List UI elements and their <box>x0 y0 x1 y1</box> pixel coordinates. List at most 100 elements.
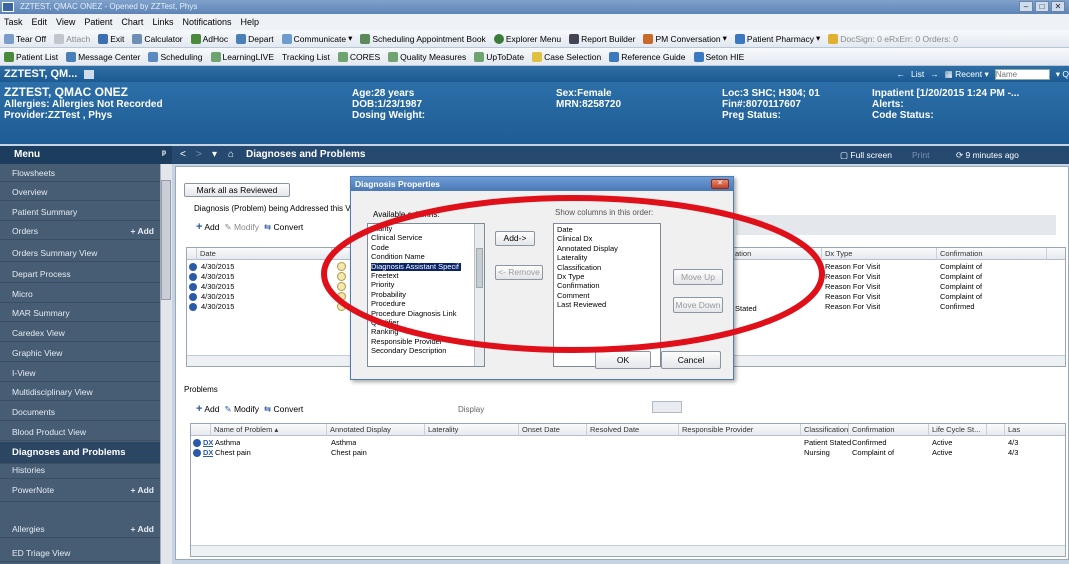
forward-nav-icon[interactable]: > <box>196 146 202 164</box>
full-screen-button[interactable]: ▢ Full screen <box>840 146 892 164</box>
dx-badge-icon[interactable]: DX <box>203 448 213 457</box>
sidebar-item-allergies[interactable]: Allergies + Add <box>0 520 160 538</box>
sidebar-item-i-view[interactable]: I-View <box>0 364 160 382</box>
row-info-icon[interactable] <box>189 293 197 301</box>
minimize-icon[interactable]: – <box>1019 1 1033 12</box>
add-diagnosis-button[interactable]: + Add <box>196 221 219 233</box>
col-classification[interactable]: Classification <box>801 424 849 436</box>
sidebar-item-caredex-view[interactable]: Caredex View <box>0 324 160 342</box>
add-orders-button[interactable]: + Add <box>130 222 154 240</box>
col-resolved-date[interactable]: Resolved Date <box>587 424 679 436</box>
home-icon[interactable]: ⌂ <box>228 146 234 164</box>
dx-badge-icon[interactable]: DX <box>203 438 213 447</box>
reference-guide-link[interactable]: Reference Guide <box>609 51 686 62</box>
col-name-of-problem[interactable]: Name of Problem ▴ <box>211 424 327 436</box>
scheduling-link[interactable]: Scheduling <box>148 51 203 62</box>
sidebar-item-orders[interactable]: Orders + Add <box>0 222 160 240</box>
row-info-icon[interactable] <box>193 449 201 457</box>
convert-problem-button[interactable]: ⇆ Convert <box>264 404 303 415</box>
modify-problem-button[interactable]: ✎ Modify <box>224 404 259 415</box>
patient-close-icon[interactable] <box>84 69 95 79</box>
pm-conversation-button[interactable]: PM Conversation ▾ <box>643 33 727 44</box>
explorer-menu-button[interactable]: Explorer Menu <box>493 33 561 44</box>
calculator-button[interactable]: Calculator <box>132 33 183 44</box>
communicate-button[interactable]: Communicate ▾ <box>281 33 352 44</box>
nav-dropdown-icon[interactable]: ▾ <box>212 146 217 164</box>
cores-link[interactable]: CORES <box>337 51 380 62</box>
menu-links[interactable]: Links <box>152 17 173 27</box>
menu-task[interactable]: Task <box>4 17 23 27</box>
menu-patient[interactable]: Patient <box>84 17 112 27</box>
col-settings-icon[interactable] <box>987 424 1005 436</box>
uptodate-link[interactable]: UpToDate <box>474 51 524 62</box>
menu-view[interactable]: View <box>56 17 75 27</box>
col-responsible-provider[interactable]: Responsible Provider <box>679 424 801 436</box>
menu-chart[interactable]: Chart <box>121 17 143 27</box>
patient-list-link[interactable]: Patient List <box>4 51 58 62</box>
report-builder-button[interactable]: Report Builder <box>569 33 635 44</box>
col-date[interactable]: Date <box>197 248 332 260</box>
refresh-button[interactable]: ⟳ 9 minutes ago <box>956 146 1019 164</box>
sidebar-item-micro[interactable]: Micro <box>0 285 160 303</box>
back-arrow-icon[interactable]: ← <box>897 66 906 82</box>
tear-off-button[interactable]: Tear Off <box>4 33 46 44</box>
quality-measures-link[interactable]: Quality Measures <box>388 51 466 62</box>
col-last[interactable]: Las <box>1005 424 1065 436</box>
menu-scrollbar-thumb[interactable] <box>161 180 171 300</box>
close-icon[interactable]: ✕ <box>1051 1 1065 12</box>
col-confirmation[interactable]: Confirmation <box>937 248 1047 260</box>
list-button[interactable]: List <box>911 66 924 82</box>
attach-button[interactable]: Attach <box>54 33 90 44</box>
forward-arrow-icon[interactable]: → <box>930 66 939 82</box>
sidebar-item-multidisciplinary-view[interactable]: Multidisciplinary View <box>0 383 160 401</box>
maximize-icon[interactable]: □ <box>1035 1 1049 12</box>
col-settings-icon[interactable] <box>1047 248 1065 260</box>
row-info-icon[interactable] <box>193 439 201 447</box>
sidebar-item-ed-triage-view[interactable]: ED Triage View <box>0 544 160 562</box>
notification-counts[interactable]: DocSign: 0 eRxErr: 0 Orders: 0 <box>828 33 958 44</box>
row-info-icon[interactable] <box>189 283 197 291</box>
scheduling-appointment-book-button[interactable]: Scheduling Appointment Book <box>360 33 486 44</box>
dialog-close-icon[interactable]: ✕ <box>711 179 729 189</box>
exit-button[interactable]: Exit <box>98 33 124 44</box>
row-info-icon[interactable] <box>189 273 197 281</box>
pin-icon[interactable]: ᵖ <box>162 146 166 164</box>
sidebar-item-flowsheets[interactable]: Flowsheets <box>0 164 160 182</box>
allergies-text[interactable]: Allergies: Allergies Not Recorded <box>4 99 163 110</box>
case-selection-link[interactable]: Case Selection <box>532 51 601 62</box>
row-info-icon[interactable] <box>189 263 197 271</box>
tracking-list-link[interactable]: Tracking List <box>282 52 330 62</box>
patient-search-input[interactable] <box>994 68 1050 80</box>
sidebar-item-patient-summary[interactable]: Patient Summary <box>0 203 160 221</box>
menu-help[interactable]: Help <box>240 17 259 27</box>
print-button[interactable]: Print <box>912 146 929 164</box>
learninglive-link[interactable]: LearningLIVE <box>210 51 274 62</box>
sidebar-item-documents[interactable]: Documents <box>0 403 160 421</box>
message-center-link[interactable]: Message Center <box>66 51 140 62</box>
back-nav-icon[interactable]: < <box>180 146 186 164</box>
add-powernote-button[interactable]: + Add <box>130 478 154 502</box>
add-allergies-button[interactable]: + Add <box>130 520 154 538</box>
sidebar-item-histories[interactable]: Histories <box>0 461 160 479</box>
sidebar-item-mar-summary[interactable]: MAR Summary <box>0 304 160 322</box>
adhoc-button[interactable]: AdHoc <box>190 33 228 44</box>
sidebar-item-powernote[interactable]: PowerNote + Add <box>0 478 160 502</box>
problems-hscrollbar[interactable] <box>191 545 1065 556</box>
row-info-icon[interactable] <box>189 303 197 311</box>
mark-all-reviewed-button[interactable]: Mark all as Reviewed <box>184 183 290 197</box>
sidebar-item-blood-product-view[interactable]: Blood Product View <box>0 423 160 441</box>
col-laterality[interactable]: Laterality <box>425 424 519 436</box>
add-problem-button[interactable]: + Add <box>196 403 219 415</box>
sidebar-item-overview[interactable]: Overview <box>0 183 160 201</box>
search-icon[interactable]: ▾ Q <box>1056 66 1069 82</box>
modify-diagnosis-button[interactable]: ✎ Modify <box>224 222 259 233</box>
menu-edit[interactable]: Edit <box>32 17 48 27</box>
col-life-cycle[interactable]: Life Cycle St... <box>929 424 987 436</box>
sidebar-item-depart-process[interactable]: Depart Process <box>0 265 160 283</box>
seton-hie-link[interactable]: Seton HIE <box>693 51 744 62</box>
depart-button[interactable]: Depart <box>236 33 274 44</box>
sidebar-item-graphic-view[interactable]: Graphic View <box>0 344 160 362</box>
col-confirmation[interactable]: Confirmation <box>849 424 929 436</box>
col-dx-type[interactable]: Dx Type <box>822 248 937 260</box>
convert-diagnosis-button[interactable]: ⇆ Convert <box>264 222 303 233</box>
